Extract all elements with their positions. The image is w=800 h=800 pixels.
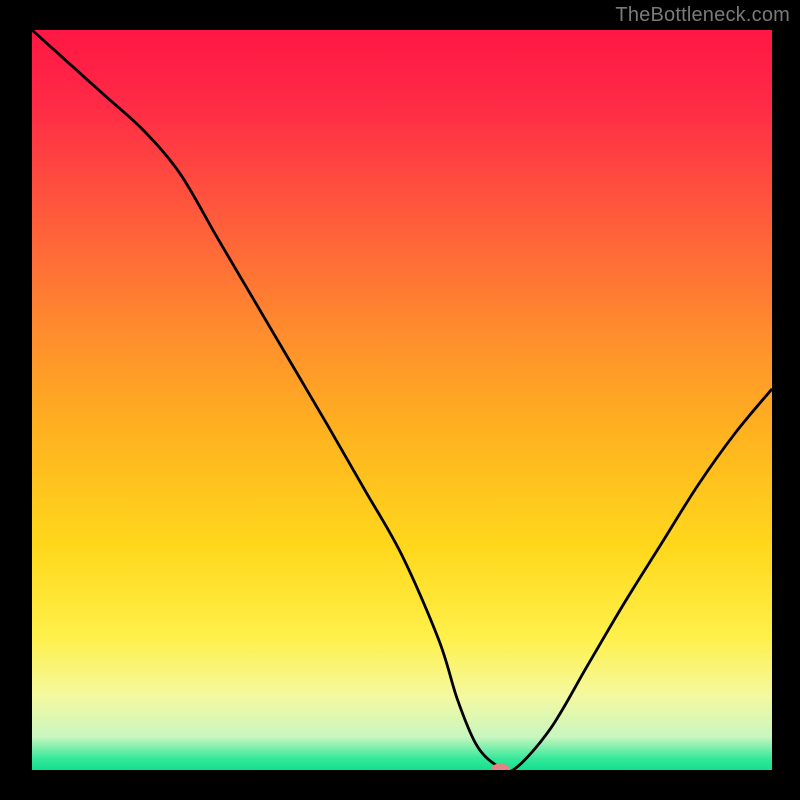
chart-background — [32, 30, 772, 770]
chart-canvas — [32, 30, 772, 770]
chart-svg — [32, 30, 772, 770]
attribution-label: TheBottleneck.com — [615, 4, 790, 27]
chart-stage: TheBottleneck.com — [0, 0, 800, 800]
